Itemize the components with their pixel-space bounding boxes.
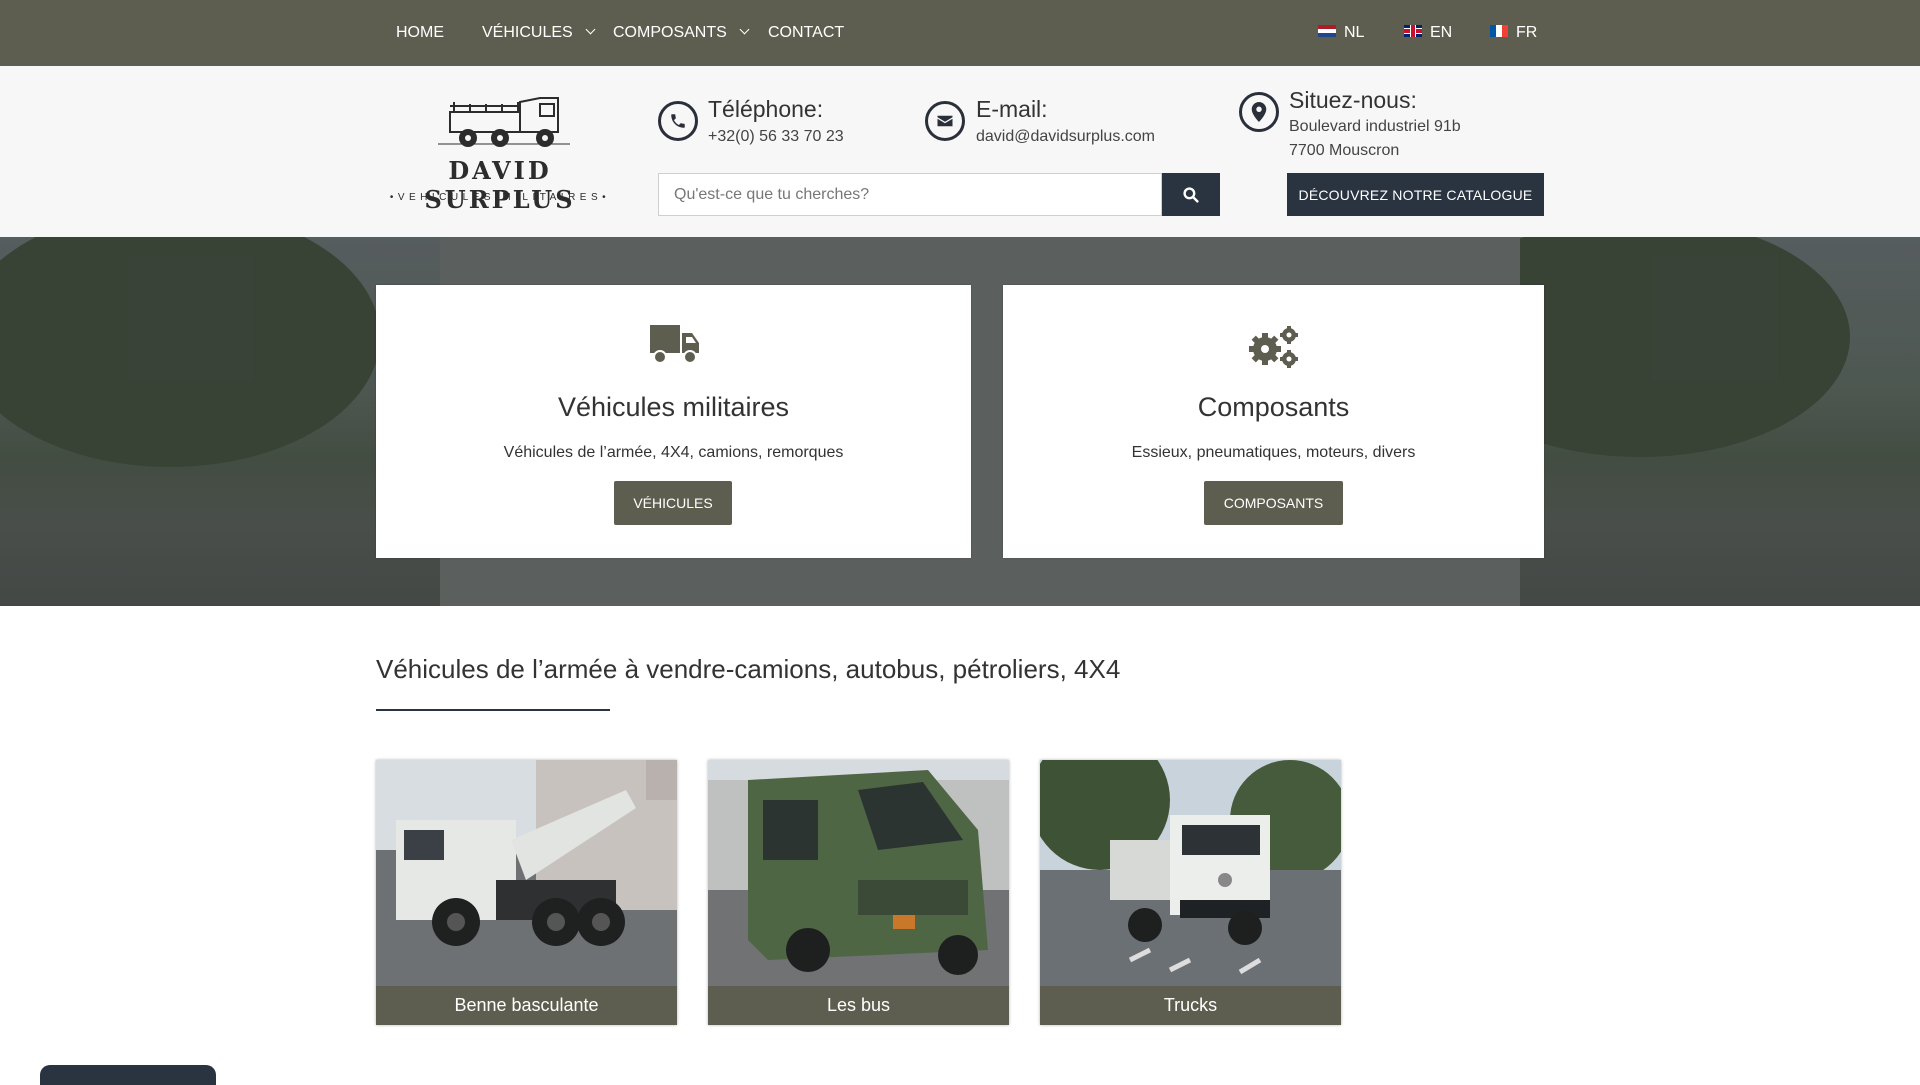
tile-label: Benne basculante <box>376 986 677 1025</box>
email-address[interactable]: david@davidsurplus.com <box>976 128 1155 146</box>
vehicules-card-text: Véhicules de l’armée, 4X4, camions, remo… <box>503 444 844 461</box>
search-icon <box>1183 186 1199 203</box>
chevron-down-icon <box>739 24 750 35</box>
netherlands-flag-icon <box>1318 24 1336 37</box>
catalog-button-label: DÉCOUVREZ NOTRE CATALOGUE <box>1298 186 1533 203</box>
site-logo[interactable]: DAVID SURPLUS •VEHICULES MILITAIRES• <box>380 84 620 214</box>
location-address-line1: Boulevard industriel 91b <box>1289 118 1461 135</box>
language-nl-label: NL <box>1344 24 1365 41</box>
phone-title: Téléphone: <box>708 96 824 122</box>
logo-wordmark: DAVID SURPLUS <box>424 156 576 214</box>
language-nl[interactable]: NL <box>1318 0 1364 66</box>
composants-card-text: Essieux, pneumatiques, moteurs, divers <box>1131 444 1416 461</box>
composants-card: Composants Essieux, pneumatiques, moteur… <box>1003 285 1544 558</box>
vehicules-card-title: Véhicules militaires <box>557 392 790 422</box>
france-flag-icon <box>1490 24 1508 37</box>
location-title: Situez-nous: <box>1289 87 1417 113</box>
tile-image-dump-truck <box>376 760 677 986</box>
composants-card-title: Composants <box>1197 392 1350 422</box>
nav-vehicules[interactable]: VÉHICULES <box>482 0 596 66</box>
search-button[interactable] <box>1162 173 1220 216</box>
truck-icon <box>650 325 699 364</box>
language-en-label: EN <box>1430 24 1453 41</box>
cogs-icon <box>1249 326 1298 368</box>
tile-les-bus[interactable]: Les bus <box>708 760 1009 1025</box>
tile-label: Les bus <box>708 986 1009 1025</box>
vehicules-card: Véhicules militaires Véhicules de l’armé… <box>376 285 971 558</box>
nav-home-label: HOME <box>396 24 444 41</box>
nav-home[interactable]: HOME <box>396 0 444 66</box>
vehicules-button[interactable]: VÉHICULES <box>614 481 732 525</box>
language-fr[interactable]: FR <box>1490 0 1537 66</box>
top-navigation: HOME VÉHICULES COMPOSANTS CONTACT NL EN … <box>0 0 1920 66</box>
composants-button[interactable]: COMPOSANTS <box>1204 481 1343 525</box>
section-divider <box>376 709 610 711</box>
vehicules-button-label: VÉHICULES <box>633 495 713 511</box>
search-input[interactable] <box>658 173 1162 216</box>
phone-number[interactable]: +32(0) 56 33 70 23 <box>708 128 844 146</box>
nav-vehicules-label: VÉHICULES <box>482 24 573 41</box>
logo-tagline: •VEHICULES MILITAIRES• <box>389 192 611 203</box>
nav-contact-label: CONTACT <box>768 24 845 41</box>
truck-logo-icon <box>438 97 570 147</box>
envelope-icon <box>925 101 965 141</box>
uk-flag-icon <box>1404 24 1422 37</box>
email-title: E-mail: <box>976 96 1048 122</box>
location-address-line2: 7700 Mouscron <box>1289 142 1400 159</box>
nav-composants[interactable]: COMPOSANTS <box>613 0 750 66</box>
chat-widget-tab[interactable] <box>40 1065 216 1085</box>
nav-contact[interactable]: CONTACT <box>768 0 844 66</box>
section-title: Véhicules de l’armée à vendre-camions, a… <box>376 654 1121 684</box>
chevron-down-icon <box>585 24 596 35</box>
language-fr-label: FR <box>1516 24 1538 41</box>
language-en[interactable]: EN <box>1404 0 1452 66</box>
tile-image-truck <box>1040 760 1341 986</box>
catalog-button[interactable]: DÉCOUVREZ NOTRE CATALOGUE <box>1287 173 1544 216</box>
map-marker-icon <box>1239 92 1279 132</box>
composants-button-label: COMPOSANTS <box>1223 495 1324 511</box>
tile-image-bus <box>708 760 1009 986</box>
tile-trucks[interactable]: Trucks <box>1040 760 1341 1025</box>
tile-label: Trucks <box>1040 986 1341 1025</box>
nav-composants-label: COMPOSANTS <box>613 24 727 41</box>
phone-icon <box>658 101 698 141</box>
tile-benne-basculante[interactable]: Benne basculante <box>376 760 677 1025</box>
